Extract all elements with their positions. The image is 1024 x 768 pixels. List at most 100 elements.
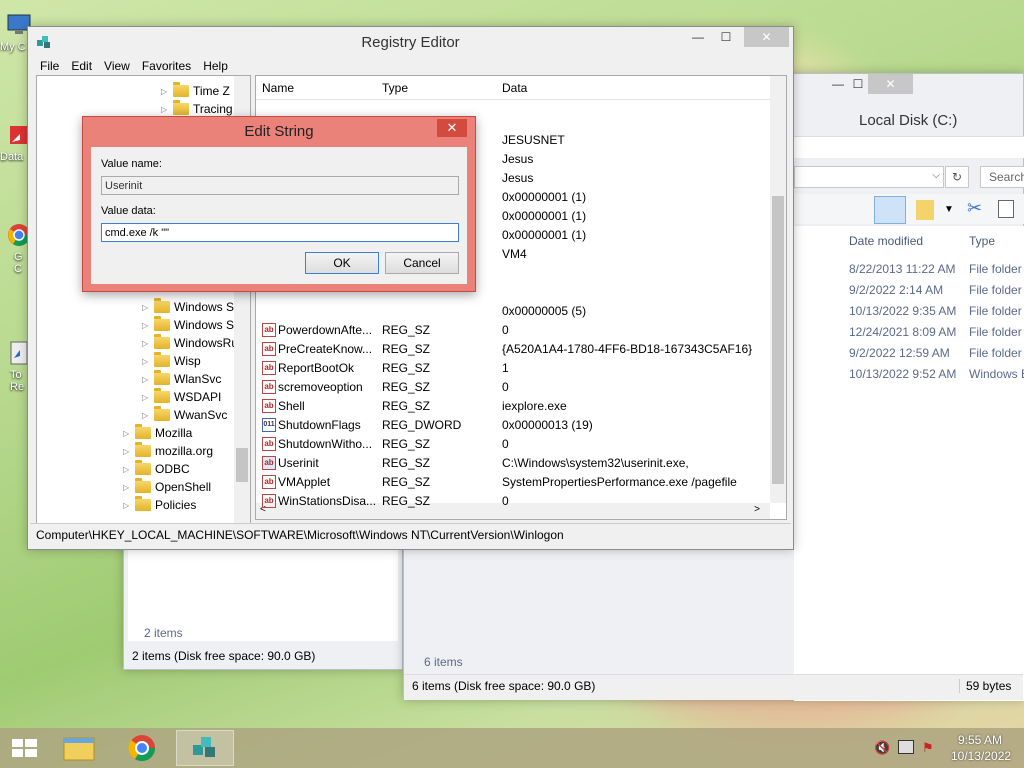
search-input[interactable]: Search <box>980 166 1024 188</box>
tree-item[interactable]: ▷ mozilla.org <box>123 442 213 460</box>
title-bar[interactable]: Registry Editor — ☐ ✕ <box>28 27 793 57</box>
tree-item[interactable]: ▷ OpenShell <box>123 478 211 496</box>
items-count: 6 items <box>424 655 463 669</box>
scrollbar-thumb[interactable] <box>772 196 784 484</box>
column-name[interactable]: Name <box>262 81 294 95</box>
column-date-modified[interactable]: Date modified <box>849 234 923 248</box>
address-bar[interactable]: ⌵ <box>794 166 944 188</box>
properties-icon[interactable] <box>916 200 934 220</box>
desktop-icon-tool[interactable]: To Re <box>0 340 30 393</box>
tree-item-label: WlanSvc <box>174 372 222 386</box>
tree-item[interactable]: ▷ Wisp <box>142 352 201 370</box>
expand-arrow-icon[interactable]: ▷ <box>123 447 133 456</box>
scrollbar-thumb[interactable] <box>236 448 248 482</box>
vertical-scrollbar[interactable] <box>770 76 786 503</box>
expand-arrow-icon[interactable]: ▷ <box>161 87 171 96</box>
list-header: Name Type Data <box>256 76 770 100</box>
value-row[interactable]: ab scremoveoption REG_SZ 0 <box>256 378 770 397</box>
expand-arrow-icon[interactable]: ▷ <box>142 411 152 420</box>
chevron-down-icon[interactable]: ⌵ <box>932 170 940 181</box>
column-type[interactable]: Type <box>969 234 995 248</box>
tree-item[interactable]: ▷ WSDAPI <box>142 388 221 406</box>
edit-string-dialog[interactable]: Edit String ✕ Value name: Value data: OK… <box>82 116 476 292</box>
tree-item[interactable]: ▷ WwanSvc <box>142 406 227 424</box>
expand-arrow-icon[interactable]: ▷ <box>142 339 152 348</box>
start-windows-icon[interactable] <box>0 730 50 766</box>
value-row[interactable]: ab WinStationsDisa... REG_SZ 0 <box>256 492 770 511</box>
tree-item-label: Tracing <box>193 102 233 116</box>
tree-item-label: ODBC <box>155 462 190 476</box>
tree-item[interactable]: ▷ WlanSvc <box>142 370 221 388</box>
folder-icon <box>135 424 151 439</box>
column-data[interactable]: Data <box>502 81 527 95</box>
close-button[interactable]: ✕ <box>437 119 467 137</box>
network-icon[interactable] <box>898 740 914 754</box>
expand-arrow-icon[interactable]: ▷ <box>142 303 152 312</box>
value-row[interactable]: ab Userinit REG_SZ C:\Windows\system32\user… <box>256 454 770 473</box>
items-count: 2 items <box>144 626 183 640</box>
value-row[interactable]: 0x00000005 (5) <box>256 302 770 321</box>
volume-muted-icon[interactable]: 🔇 <box>874 740 890 756</box>
chrome-icon[interactable] <box>117 730 167 766</box>
value-row[interactable]: ab ReportBootOk REG_SZ 1 <box>256 359 770 378</box>
tree-item[interactable]: ▷ Mozilla <box>123 424 192 442</box>
value-row[interactable]: ab PowerdownAfte... REG_SZ 0 <box>256 321 770 340</box>
refresh-button[interactable]: ↻ <box>945 166 969 188</box>
ok-button[interactable]: OK <box>305 252 379 274</box>
menu-bar: File Edit View Favorites Help <box>34 57 234 75</box>
folder-icon <box>173 82 189 97</box>
status-bar: Computer\HKEY_LOCAL_MACHINE\SOFTWARE\Mic… <box>30 523 791 545</box>
row-date: 9/2/2022 12:59 AM <box>849 346 950 360</box>
close-button[interactable]: ✕ <box>868 74 913 94</box>
preview-pane-icon[interactable] <box>874 196 906 224</box>
expand-arrow-icon[interactable]: ▷ <box>142 375 152 384</box>
expand-arrow-icon[interactable]: ▷ <box>123 483 133 492</box>
value-name: ShutdownWitho... <box>278 437 373 451</box>
value-row[interactable]: ab Shell REG_SZ iexplore.exe <box>256 397 770 416</box>
value-name-field[interactable] <box>101 176 459 195</box>
desktop-icon-chrome[interactable]: G C <box>0 222 30 275</box>
action-center-icon[interactable]: ⚑ <box>922 740 934 756</box>
registry-editor-taskbar-button[interactable] <box>176 730 234 766</box>
expand-arrow-icon[interactable]: ▷ <box>142 357 152 366</box>
menu-view[interactable]: View <box>98 57 136 75</box>
tree-item[interactable]: ▷ ODBC <box>123 460 190 478</box>
value-row[interactable]: ab VMApplet REG_SZ SystemPropertiesPerforma… <box>256 473 770 492</box>
maximize-button[interactable]: ☐ <box>712 27 740 47</box>
value-name: ShutdownFlags <box>278 418 361 432</box>
desktop-icon-computer[interactable]: My C <box>0 12 31 53</box>
expand-arrow-icon[interactable]: ▷ <box>123 465 133 474</box>
tree-item[interactable]: ▷ Time Z <box>161 82 230 100</box>
tree-item[interactable]: ▷ Policies <box>123 496 196 514</box>
expand-arrow-icon[interactable]: ▷ <box>142 321 152 330</box>
file-explorer-icon[interactable] <box>54 730 104 766</box>
folder-icon <box>154 298 170 313</box>
expand-arrow-icon[interactable]: ▷ <box>123 501 133 510</box>
folder-icon <box>154 406 170 421</box>
column-type[interactable]: Type <box>382 81 408 95</box>
tree-item-label: Policies <box>155 498 197 512</box>
value-row[interactable]: 011 ShutdownFlags REG_DWORD 0x00000013 (19) <box>256 416 770 435</box>
menu-edit[interactable]: Edit <box>65 57 98 75</box>
chevron-down-icon[interactable]: ▼ <box>944 204 954 215</box>
menu-help[interactable]: Help <box>197 57 234 75</box>
value-data-field[interactable] <box>101 223 459 242</box>
menu-favorites[interactable]: Favorites <box>136 57 197 75</box>
menu-file[interactable]: File <box>34 57 65 75</box>
expand-arrow-icon[interactable]: ▷ <box>161 105 171 114</box>
minimize-button[interactable]: — <box>684 27 712 47</box>
clock-date[interactable]: 10/13/2022 <box>951 749 1011 763</box>
copy-icon[interactable] <box>998 200 1014 218</box>
desktop-icon-data[interactable]: Data <box>0 122 30 163</box>
value-row[interactable]: ab ShutdownWitho... REG_SZ 0 <box>256 435 770 454</box>
explorer-window-left[interactable]: 2 items 2 items (Disk free space: 90.0 G… <box>123 540 403 670</box>
cancel-button[interactable]: Cancel <box>385 252 459 274</box>
value-data: {A520A1A4-1780-4FF6-BD18-167343C5AF16} <box>502 342 753 356</box>
close-button[interactable]: ✕ <box>744 27 789 47</box>
cut-icon[interactable]: ✂ <box>967 198 982 219</box>
clock-time[interactable]: 9:55 AM <box>958 733 1002 747</box>
expand-arrow-icon[interactable]: ▷ <box>123 429 133 438</box>
binary-value-icon: 011 <box>262 418 276 432</box>
value-row[interactable]: ab PreCreateKnow... REG_SZ {A520A1A4-1780-4… <box>256 340 770 359</box>
expand-arrow-icon[interactable]: ▷ <box>142 393 152 402</box>
